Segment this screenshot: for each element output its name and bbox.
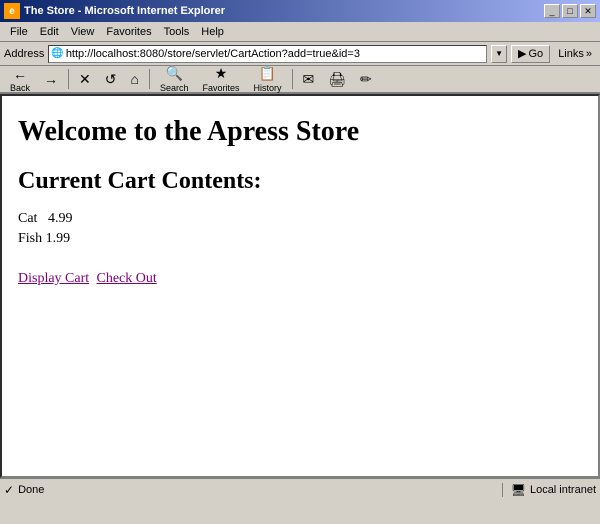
history-button[interactable]: 📋 History [248, 67, 288, 91]
menu-file[interactable]: File [4, 24, 34, 40]
menu-bar: File Edit View Favorites Tools Help [0, 22, 600, 42]
search-button[interactable]: 🔍 Search [154, 67, 195, 91]
go-icon: ▶ [518, 47, 526, 60]
status-icon: ✓ [4, 483, 14, 497]
menu-help[interactable]: Help [195, 24, 230, 40]
forward-icon: → [44, 71, 58, 87]
address-dropdown[interactable]: ▼ [491, 45, 507, 63]
address-input-wrap: 🌐 [48, 45, 487, 63]
toolbar-separator-2 [149, 69, 150, 89]
check-out-link[interactable]: Check Out [97, 271, 157, 286]
status-right: 🖥 Local intranet [502, 483, 596, 497]
edit-button[interactable]: ✏ [354, 67, 378, 91]
menu-favorites[interactable]: Favorites [100, 24, 157, 40]
toolbar-separator-3 [292, 69, 293, 89]
close-button[interactable]: ✕ [580, 4, 596, 18]
search-label: Search [160, 83, 189, 93]
home-icon: ⌂ [130, 71, 138, 87]
cart-item-name-fish: Fish 1.99 [18, 231, 70, 246]
favorites-label: Favorites [202, 83, 239, 93]
menu-edit[interactable]: Edit [34, 24, 65, 40]
status-left: ✓ Done [4, 483, 44, 497]
cart-links: Display Cart Check Out [18, 271, 582, 287]
back-icon: ← [13, 66, 27, 82]
page-icon: 🌐 [51, 48, 63, 59]
mail-button[interactable]: ✉ [297, 67, 321, 91]
refresh-icon: ↺ [105, 71, 117, 88]
zone-icon: 🖥 [511, 483, 526, 497]
window-controls: _ □ ✕ [544, 4, 596, 18]
history-label: History [254, 83, 282, 93]
refresh-button[interactable]: ↺ [99, 67, 123, 91]
toolbar: ← Back → ✕ ↺ ⌂ 🔍 Search ★ Favorites 📋 Hi… [0, 66, 600, 94]
address-input[interactable] [66, 48, 484, 60]
browser-content: Welcome to the Apress Store Current Cart… [0, 94, 600, 478]
print-button[interactable]: 🖨 [322, 67, 352, 91]
title-bar: e The Store - Microsoft Internet Explore… [0, 0, 600, 22]
print-icon: 🖨 [328, 71, 346, 88]
back-button[interactable]: ← Back [4, 67, 36, 91]
welcome-heading: Welcome to the Apress Store [18, 116, 582, 148]
address-bar: Address 🌐 ▼ ▶ Go Links » [0, 42, 600, 66]
cart-heading: Current Cart Contents: [18, 168, 582, 195]
status-zone: 🖥 Local intranet [502, 483, 596, 497]
search-icon: 🔍 [166, 65, 183, 82]
menu-tools[interactable]: Tools [158, 24, 196, 40]
maximize-button[interactable]: □ [562, 4, 578, 18]
minimize-button[interactable]: _ [544, 4, 560, 18]
status-bar: ✓ Done 🖥 Local intranet [0, 478, 600, 500]
links-label: Links [558, 48, 584, 60]
home-button[interactable]: ⌂ [124, 67, 144, 91]
stop-button[interactable]: ✕ [73, 67, 97, 91]
display-cart-link[interactable]: Display Cart [18, 271, 89, 286]
go-label: Go [529, 48, 544, 60]
edit-icon: ✏ [360, 71, 372, 88]
favorites-icon: ★ [215, 65, 228, 82]
stop-icon: ✕ [79, 71, 91, 88]
cart-item-name-cat: Cat 4.99 [18, 211, 72, 226]
cart-item-cat: Cat 4.99 [18, 211, 582, 227]
history-icon: 📋 [259, 65, 276, 82]
cart-item-fish: Fish 1.99 [18, 231, 582, 247]
status-text: Done [18, 484, 44, 496]
app-icon: e [4, 3, 20, 19]
forward-button[interactable]: → [38, 67, 64, 91]
links-button[interactable]: Links » [554, 48, 596, 60]
back-label: Back [10, 83, 30, 93]
toolbar-separator-1 [68, 69, 69, 89]
mail-icon: ✉ [303, 71, 315, 88]
window-title: The Store - Microsoft Internet Explorer [24, 5, 225, 17]
address-label: Address [4, 48, 44, 60]
go-button[interactable]: ▶ Go [511, 45, 550, 63]
favorites-button[interactable]: ★ Favorites [196, 67, 245, 91]
menu-view[interactable]: View [65, 24, 101, 40]
links-chevron: » [586, 48, 592, 60]
zone-text: Local intranet [530, 484, 596, 496]
